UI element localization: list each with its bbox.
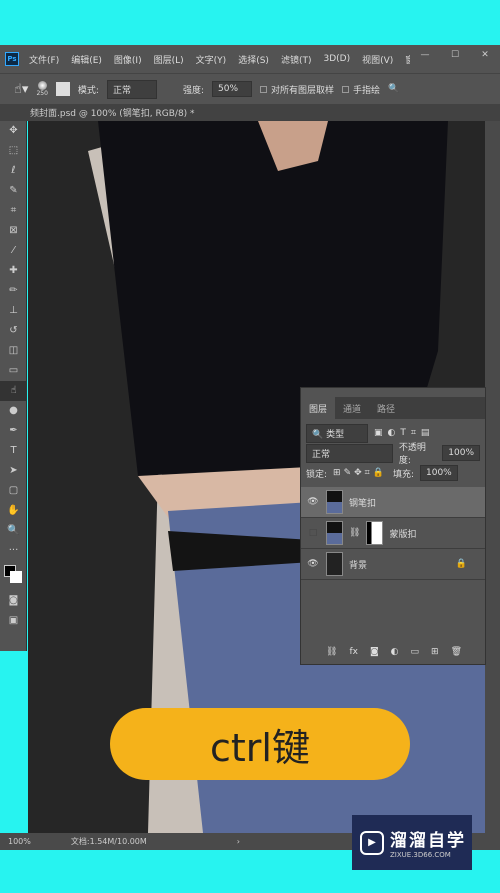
play-icon: ▶ bbox=[360, 830, 384, 855]
status-arrow[interactable]: › bbox=[237, 837, 240, 846]
brush-settings-icon[interactable] bbox=[55, 82, 70, 96]
zoom-tool-icon[interactable]: 🔍 bbox=[0, 521, 27, 541]
layers-panel: 图层 通道 路径 🔍 类型 ▣◐T⌗▤ 正常 不透明度: 100% 锁定: ⊞✎… bbox=[300, 387, 486, 665]
hand-tool-icon[interactable]: ✋ bbox=[0, 501, 27, 521]
layer-thumbnail bbox=[326, 521, 343, 545]
color-swatches[interactable] bbox=[0, 561, 27, 591]
gradient-tool-icon[interactable]: ▭ bbox=[0, 361, 27, 381]
strength-input[interactable]: 50% bbox=[212, 81, 252, 97]
search-icon[interactable]: 🔍 bbox=[388, 84, 399, 94]
smudge-tool-icon[interactable]: ☝ bbox=[0, 381, 27, 401]
blend-mode-select[interactable]: 正常 bbox=[306, 443, 393, 463]
caption-pill: ctrl键 bbox=[110, 708, 410, 780]
layer-row[interactable]: 👁 钢笔扣 bbox=[301, 487, 485, 518]
fill-label: 填充: bbox=[392, 469, 414, 480]
lock-icon: 🔒 bbox=[455, 559, 467, 569]
menu-image[interactable]: 图像(I) bbox=[114, 53, 142, 66]
layer-name: 蒙版扣 bbox=[389, 529, 417, 540]
type-tool-icon[interactable]: T bbox=[0, 441, 27, 461]
crop-tool-icon[interactable]: ⌗ bbox=[0, 201, 27, 221]
quick-mask-icon[interactable]: ◙ bbox=[0, 591, 27, 611]
tab-paths[interactable]: 路径 bbox=[369, 397, 403, 419]
brush-preset-picker[interactable]: 250 bbox=[36, 81, 48, 97]
options-bar: ☝▾ 250 模式: 正常 强度: 50% 对所有图层取样 手指绘 🔍 bbox=[0, 73, 500, 104]
menu-edit[interactable]: 编辑(E) bbox=[71, 53, 102, 66]
opacity-label: 不透明度: bbox=[398, 443, 426, 466]
lock-label: 锁定: bbox=[306, 469, 328, 480]
marquee-tool-icon[interactable]: ⬚ bbox=[0, 141, 27, 161]
watermark-name: 溜溜自学 bbox=[390, 831, 466, 851]
menu-select[interactable]: 选择(S) bbox=[238, 53, 269, 66]
fx-icon[interactable]: fx bbox=[349, 647, 358, 657]
mask-thumbnail bbox=[366, 521, 384, 545]
tab-channels[interactable]: 通道 bbox=[335, 397, 369, 419]
layer-name: 背景 bbox=[349, 560, 368, 571]
link-layers-icon[interactable]: ⛓ bbox=[326, 647, 337, 657]
brush-tool-icon[interactable]: ✏ bbox=[0, 281, 27, 301]
lock-icons[interactable]: ⊞✎✥⌗🔒 bbox=[333, 468, 387, 478]
stamp-tool-icon[interactable]: ⊥ bbox=[0, 301, 27, 321]
menu-layer[interactable]: 图层(L) bbox=[154, 53, 184, 66]
eye-icon[interactable]: 👁 bbox=[306, 497, 320, 507]
zoom-level[interactable]: 100% bbox=[8, 837, 31, 846]
mode-select[interactable]: 正常 bbox=[106, 79, 157, 99]
minimize-button[interactable]: — bbox=[410, 45, 440, 65]
more-tools-icon[interactable]: ··· bbox=[0, 541, 27, 561]
adjustment-icon[interactable]: ◐ bbox=[391, 647, 399, 657]
history-brush-icon[interactable]: ↺ bbox=[0, 321, 27, 341]
document-tab[interactable]: 频封面.psd @ 100% (钢笔扣, RGB/8) * bbox=[0, 104, 500, 121]
layer-thumbnail bbox=[326, 490, 343, 514]
menu-type[interactable]: 文字(Y) bbox=[196, 53, 227, 66]
healing-tool-icon[interactable]: ✚ bbox=[0, 261, 27, 281]
layers-footer: ⛓ fx ◙ ◐ ▭ ⊞ 🗑 bbox=[321, 642, 467, 662]
layer-thumbnail bbox=[326, 552, 343, 576]
strength-label: 强度: bbox=[182, 85, 204, 96]
layer-row[interactable]: 👁 背景 🔒 bbox=[301, 549, 485, 580]
pen-tool-icon[interactable]: ✒ bbox=[0, 421, 27, 441]
right-gutter bbox=[485, 121, 500, 833]
doc-size: 文档:1.54M/10.00M bbox=[70, 837, 147, 846]
menu-view[interactable]: 视图(V) bbox=[362, 53, 393, 66]
frame-tool-icon[interactable]: ⊠ bbox=[0, 221, 27, 241]
menu-filter[interactable]: 滤镜(T) bbox=[281, 53, 312, 66]
photoshop-logo: Ps bbox=[5, 52, 19, 66]
filter-icons[interactable]: ▣◐T⌗▤ bbox=[374, 428, 434, 438]
menu-3d[interactable]: 3D(D) bbox=[323, 54, 350, 64]
menu-bar: Ps 文件(F) 编辑(E) 图像(I) 图层(L) 文字(Y) 选择(S) 滤… bbox=[0, 45, 500, 73]
screen-mode-icon[interactable]: ▣ bbox=[0, 611, 27, 631]
fill-input[interactable]: 100% bbox=[420, 465, 458, 481]
close-button[interactable]: ✕ bbox=[470, 45, 500, 65]
layer-name: 钢笔扣 bbox=[349, 498, 377, 509]
dodge-tool-icon[interactable]: ● bbox=[0, 401, 27, 421]
opacity-input[interactable]: 100% bbox=[442, 445, 480, 461]
layer-filter-select[interactable]: 🔍 类型 bbox=[306, 423, 368, 443]
eyedropper-tool-icon[interactable]: ⁄ bbox=[0, 241, 27, 261]
path-select-icon[interactable]: ➤ bbox=[0, 461, 27, 481]
link-icon: ⛓ bbox=[349, 528, 361, 538]
toolbar: ✥ ⬚ ℓ ✎ ⌗ ⊠ ⁄ ✚ ✏ ⊥ ↺ ◫ ▭ ☝ ● ✒ T ➤ ▢ ✋ … bbox=[0, 121, 27, 651]
move-tool-icon[interactable]: ✥ bbox=[0, 121, 27, 141]
watermark-url: ZIXUE.3D66.COM bbox=[390, 851, 451, 859]
sample-all-checkbox[interactable]: 对所有图层取样 bbox=[260, 83, 334, 96]
lasso-tool-icon[interactable]: ℓ bbox=[0, 161, 27, 181]
tab-layers[interactable]: 图层 bbox=[301, 397, 336, 419]
shape-tool-icon[interactable]: ▢ bbox=[0, 481, 27, 501]
layer-row[interactable]: □ ⛓ 蒙版扣 bbox=[301, 518, 485, 549]
maximize-button[interactable]: ☐ bbox=[440, 45, 470, 65]
finger-painting-checkbox[interactable]: 手指绘 bbox=[342, 83, 380, 96]
visibility-toggle[interactable]: □ bbox=[306, 528, 320, 538]
quick-select-tool-icon[interactable]: ✎ bbox=[0, 181, 27, 201]
mode-label: 模式: bbox=[77, 85, 99, 96]
new-layer-icon[interactable]: ⊞ bbox=[431, 647, 439, 657]
trash-icon[interactable]: 🗑 bbox=[451, 647, 462, 657]
eye-icon[interactable]: 👁 bbox=[306, 559, 320, 569]
menu-file[interactable]: 文件(F) bbox=[29, 53, 59, 66]
group-icon[interactable]: ▭ bbox=[411, 647, 420, 657]
watermark-logo: ▶ 溜溜自学 ZIXUE.3D66.COM bbox=[352, 815, 472, 870]
eraser-tool-icon[interactable]: ◫ bbox=[0, 341, 27, 361]
add-mask-icon[interactable]: ◙ bbox=[370, 647, 379, 657]
smudge-tool-icon[interactable]: ☝▾ bbox=[14, 82, 28, 97]
